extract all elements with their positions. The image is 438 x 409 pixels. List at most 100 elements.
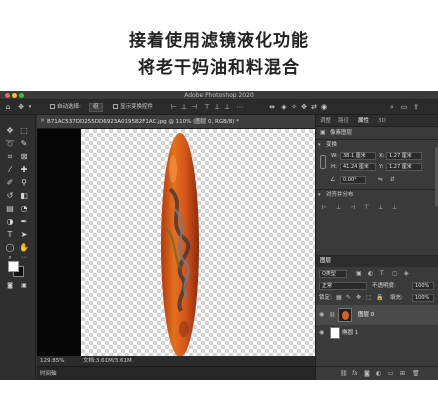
align-center-icon[interactable]: ⊥ [180, 103, 188, 111]
dodge-tool-icon[interactable]: ◑ [5, 217, 15, 227]
gradient-tool-icon[interactable]: ▤ [5, 204, 15, 214]
artboard-tool-icon[interactable]: ⬚ [19, 126, 29, 136]
close-tab-icon[interactable]: × [40, 117, 45, 124]
add-mask-icon[interactable]: ◙ [364, 370, 370, 378]
brush-tool-icon[interactable]: ✐ [5, 178, 15, 188]
timeline-tab[interactable]: 时间轴 [40, 370, 57, 378]
auto-select-checkbox[interactable]: 自动选择: [50, 103, 81, 112]
layer-row[interactable]: ◉ 椭圆 1 [316, 326, 438, 340]
stamp-tool-icon[interactable]: ⚲ [19, 178, 29, 188]
filter-type-icon[interactable]: T [380, 270, 384, 278]
new-group-icon[interactable]: ▭ [388, 370, 394, 378]
path-select-icon[interactable]: ➤ [19, 230, 29, 240]
align-right-icon[interactable]: ⊣ [190, 103, 198, 111]
lock-transparency-icon[interactable]: ▦ [336, 294, 342, 302]
link-icon[interactable] [320, 155, 326, 169]
magic-wand-icon[interactable]: ✎ [19, 139, 29, 149]
more-options-icon[interactable]: ⋯ [236, 103, 244, 111]
3d-orbit-icon[interactable]: ✧ [290, 103, 298, 111]
eye-icon[interactable]: ◉ [319, 311, 324, 319]
lasso-tool-icon[interactable]: ➰ [5, 139, 15, 149]
eyedropper-icon[interactable]: ⁄ [5, 165, 15, 175]
align-top-edges-icon[interactable]: ⊤ [364, 204, 369, 212]
shape-tool-icon[interactable]: ◯ [5, 243, 15, 253]
lock-position-icon[interactable]: ✥ [356, 294, 361, 302]
align-bottom-icon[interactable]: ⊥ [223, 103, 231, 111]
history-brush-icon[interactable]: ↺ [5, 191, 15, 201]
chevron-down-icon[interactable]: ▾ [26, 103, 34, 111]
tab-paths[interactable]: 路径 [338, 117, 349, 125]
3d-pan-icon[interactable]: ✥ [300, 103, 308, 111]
document-tab[interactable]: × B71AC537DD255DD6923A0195B2F1AC.jpg @ 1… [37, 115, 315, 129]
lock-artboard-icon[interactable]: ⬚ [366, 294, 372, 302]
align-bottom-edges-icon[interactable]: ⊥ [392, 204, 397, 212]
fill-field[interactable]: 100% [412, 294, 434, 302]
flip-vertical-icon[interactable]: ⇵ [390, 176, 395, 184]
chevron-down-icon[interactable]: ▾ [318, 191, 321, 199]
x-field[interactable]: 1.27 厘米 [386, 152, 422, 160]
quick-mask-icon[interactable]: ◙ [5, 281, 15, 291]
align-top-icon[interactable]: ⊤ [203, 103, 211, 111]
eye-icon[interactable]: ◉ [319, 329, 324, 337]
align-left-icon[interactable]: ⊢ [170, 103, 178, 111]
align-left-edges-icon[interactable]: ⊢ [322, 204, 327, 212]
flip-horizontal-icon[interactable]: ⇋ [378, 176, 383, 184]
trash-icon[interactable]: 🗑 [412, 370, 420, 378]
3d-camera-icon[interactable]: ◉ [320, 103, 328, 111]
layer-row[interactable]: ◉ ⛓ 图层 0 [316, 305, 438, 325]
align-v-centers-icon[interactable]: ⊥ [378, 204, 383, 212]
chevron-down-icon[interactable]: ▾ [318, 141, 321, 149]
tab-adjustments[interactable]: 调整 [320, 117, 331, 125]
blur-tool-icon[interactable]: ◔ [19, 204, 29, 214]
auto-select-dropdown[interactable]: 组 [89, 103, 103, 113]
height-field[interactable]: 41.24 厘米 [340, 163, 376, 171]
canvas-area[interactable] [37, 129, 315, 356]
align-right-edges-icon[interactable]: ⊣ [350, 204, 355, 212]
lock-pixels-icon[interactable]: ✎ [346, 294, 351, 302]
distribute-icon[interactable]: ⇹ [268, 103, 276, 111]
eraser-tool-icon[interactable]: ◧ [19, 191, 29, 201]
home-icon[interactable]: ⌂ [4, 103, 12, 111]
align-middle-icon[interactable]: ⊥ [213, 103, 221, 111]
timeline-panel: 时间轴 [37, 366, 315, 380]
filter-smart-icon[interactable]: ◈ [404, 270, 409, 278]
type-tool-icon[interactable]: T [5, 230, 15, 240]
layer-filter-dropdown[interactable]: Q类型 [319, 270, 347, 278]
healing-brush-icon[interactable]: ✚ [19, 165, 29, 175]
search-icon[interactable]: ⌕ [388, 103, 396, 111]
align-h-centers-icon[interactable]: ⊥ [336, 204, 341, 212]
hand-tool-icon[interactable]: ✋ [19, 243, 29, 253]
move-tool-icon[interactable]: ✥ [5, 126, 15, 136]
layers-panel-title[interactable]: 图层 [320, 257, 331, 265]
workspace-icon[interactable]: ▭ [400, 103, 408, 111]
pen-tool-icon[interactable]: ✒ [19, 217, 29, 227]
3d-mode-icon[interactable]: ◈ [280, 103, 288, 111]
link-layers-icon[interactable]: ⛓ [340, 370, 348, 378]
adjustment-layer-icon[interactable]: ◐ [376, 370, 381, 378]
zoom-level[interactable]: 129.85% [40, 357, 64, 365]
filter-adjust-icon[interactable]: ◐ [368, 270, 373, 278]
more-tools-icon[interactable]: ⋯ [19, 253, 29, 263]
screen-mode-icon[interactable]: ▣ [19, 281, 29, 291]
3d-slide-icon[interactable]: ⇄ [310, 103, 318, 111]
foreground-color-swatch[interactable] [8, 261, 19, 272]
new-layer-icon[interactable]: ⊞ [400, 370, 405, 378]
frame-tool-icon[interactable]: ⊠ [19, 152, 29, 162]
tab-properties[interactable]: 属性 [358, 117, 369, 125]
angle-field[interactable]: 0.00° [340, 176, 366, 184]
opacity-field[interactable]: 100% [412, 282, 434, 290]
width-field[interactable]: 38.1 厘米 [340, 152, 376, 160]
show-transform-checkbox[interactable]: 显示变换控件 [113, 103, 153, 112]
layer-name[interactable]: 图层 0 [358, 311, 374, 319]
blend-mode-dropdown[interactable]: 正常 [319, 282, 367, 290]
fx-icon[interactable]: fx [352, 370, 358, 378]
lock-all-icon[interactable]: 🔒 [376, 294, 383, 302]
crop-tool-icon[interactable]: ⌗ [5, 152, 15, 162]
share-icon[interactable]: ⇪ [412, 103, 420, 111]
layer-name[interactable]: 椭圆 1 [342, 329, 358, 337]
filter-shape-icon[interactable]: ▢ [392, 270, 398, 278]
tab-3d[interactable]: 3D [378, 117, 386, 125]
filter-pixel-icon[interactable]: ▣ [356, 270, 362, 278]
y-field[interactable]: 1.27 厘米 [386, 163, 422, 171]
move-tool-icon[interactable]: ✥ [17, 103, 25, 111]
